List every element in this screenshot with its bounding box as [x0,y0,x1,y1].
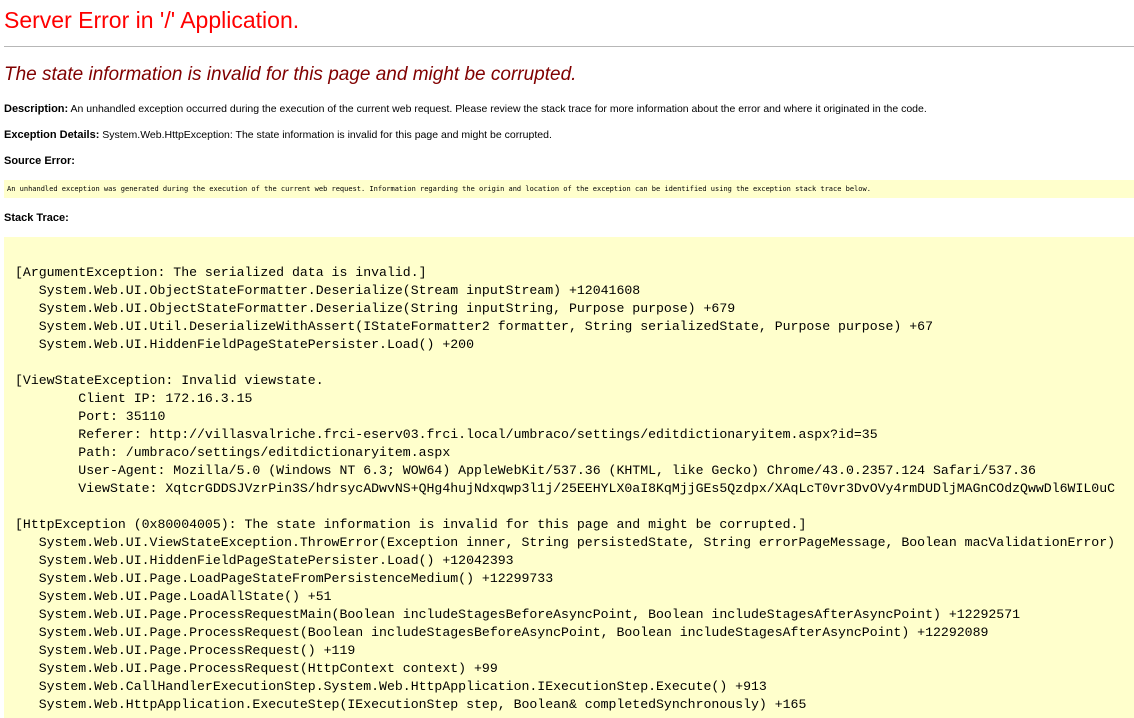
stack-trace-line: System.Web.UI.Page.LoadAllState() +51 [15,589,332,604]
stack-trace-line: Port: 35110 [15,409,166,424]
stack-trace-label: Stack Trace: [4,212,69,224]
description-text: An unhandled exception occurred during t… [70,103,927,115]
exception-details-label: Exception Details: [4,129,100,141]
source-error-label: Source Error: [4,155,75,167]
description-label: Description: [4,103,69,115]
stack-trace-line: System.Web.UI.HiddenFieldPageStatePersis… [15,553,514,568]
stack-trace-line: [HttpException (0x80004005): The state i… [15,517,807,532]
source-error-box: An unhandled exception was generated dur… [4,180,1134,198]
description-row: Description: An unhandled exception occu… [4,102,927,116]
stack-trace-line: System.Web.CallHandlerExecutionStep.Syst… [15,679,767,694]
stack-trace-line: Path: /umbraco/settings/editdictionaryit… [15,445,451,460]
source-error-text: An unhandled exception was generated dur… [7,185,871,193]
error-message: The state information is invalid for thi… [4,64,577,85]
stack-trace-line: System.Web.UI.Page.ProcessRequest() +119 [15,643,356,658]
stack-trace-box: [ArgumentException: The serialized data … [4,237,1134,718]
stack-trace-line: System.Web.UI.Util.DeserializeWithAssert… [15,319,933,334]
stack-trace-line: System.Web.UI.Page.LoadPageStateFromPers… [15,571,554,586]
stack-trace-line: System.Web.UI.Page.ProcessRequest(HttpCo… [15,661,498,676]
stack-trace-line: System.Web.HttpApplication.ExecuteStep(I… [15,697,807,712]
stack-trace-line: User-Agent: Mozilla/5.0 (Windows NT 6.3;… [15,463,1036,478]
stack-trace-line: Referer: http://villasvalriche.frci-eser… [15,427,878,442]
exception-details-text: System.Web.HttpException: The state info… [102,129,552,141]
stack-trace-line: System.Web.UI.ObjectStateFormatter.Deser… [15,283,641,298]
stack-trace-line: System.Web.UI.Page.ProcessRequest(Boolea… [15,625,989,640]
stack-trace-line: System.Web.UI.ObjectStateFormatter.Deser… [15,301,736,316]
stack-trace-line: System.Web.UI.Page.ProcessRequestMain(Bo… [15,607,1021,622]
source-error-row: Source Error: [4,154,75,168]
stack-trace-line: System.Web.UI.HiddenFieldPageStatePersis… [15,337,474,352]
page-title: Server Error in '/' Application. [4,7,300,33]
stack-trace-row: Stack Trace: [4,211,69,225]
divider [4,46,1134,47]
stack-trace-line: ViewState: XqtcrGDDSJVzrPin3S/hdrsycADwv… [15,481,1116,496]
stack-trace-line: Client IP: 172.16.3.15 [15,391,253,406]
stack-trace-line: System.Web.UI.ViewStateException.ThrowEr… [15,535,1116,550]
exception-details-row: Exception Details: System.Web.HttpExcept… [4,128,552,142]
stack-trace-line: [ViewStateException: Invalid viewstate. [15,373,324,388]
stack-trace-line: [ArgumentException: The serialized data … [15,265,427,280]
